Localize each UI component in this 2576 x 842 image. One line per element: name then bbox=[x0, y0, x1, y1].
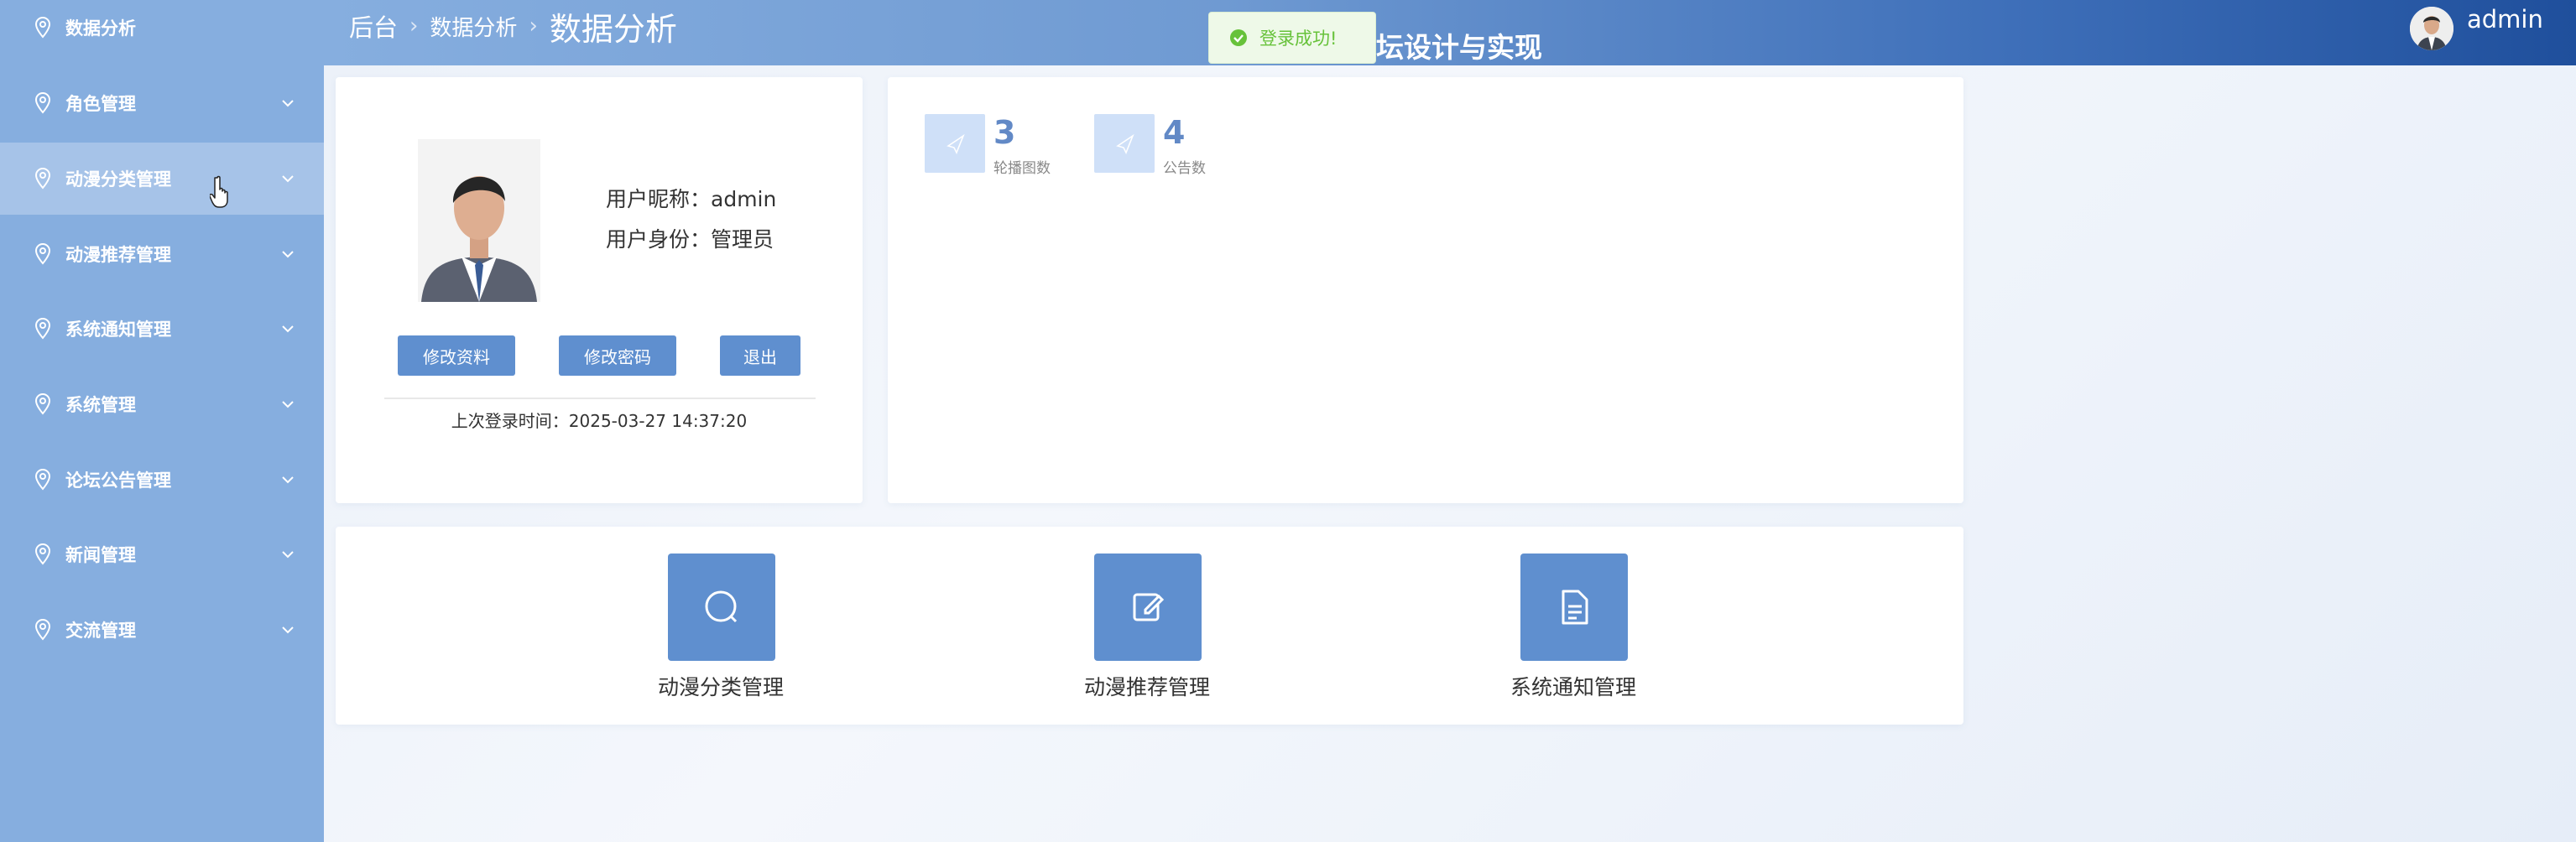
sidebar-item-anime-recommend[interactable]: 动漫推荐管理 bbox=[0, 218, 324, 290]
chevron-down-icon bbox=[282, 626, 294, 634]
chevron-down-icon bbox=[282, 175, 294, 183]
sidebar-item-system-notice[interactable]: 系统通知管理 bbox=[0, 293, 324, 365]
hand-cursor-icon bbox=[210, 175, 228, 208]
user-photo bbox=[418, 139, 540, 302]
pin-icon bbox=[34, 317, 51, 340]
chevron-down-icon bbox=[282, 251, 294, 258]
stat-label: 轮播图数 bbox=[993, 160, 1051, 177]
shortcut-card: 动漫分类管理 动漫推荐管理 系统通知管理 bbox=[336, 527, 1963, 725]
pin-icon bbox=[34, 618, 51, 641]
sidebar-item-label: 动漫分类管理 bbox=[65, 169, 171, 190]
user-info-card: 用户昵称：admin 用户身份：管理员 修改资料 修改密码 退出 上次登录时间：… bbox=[336, 77, 863, 503]
sidebar-item-anime-category[interactable]: 动漫分类管理 bbox=[0, 143, 324, 215]
shortcut-tile[interactable] bbox=[1520, 554, 1628, 661]
send-icon bbox=[925, 114, 985, 173]
breadcrumb-separator: › bbox=[529, 13, 538, 39]
user-avatar-icon bbox=[2410, 7, 2453, 50]
logout-button[interactable]: 退出 bbox=[720, 335, 800, 376]
chevron-down-icon bbox=[282, 401, 294, 408]
edit-profile-button[interactable]: 修改资料 bbox=[398, 335, 515, 376]
stat-label: 公告数 bbox=[1163, 160, 1206, 177]
pin-icon bbox=[34, 242, 51, 265]
chevron-down-icon bbox=[282, 551, 294, 559]
role-value: 管理员 bbox=[711, 227, 774, 252]
stat-value: 4 bbox=[1163, 114, 1186, 151]
role-row: 用户身份：管理员 bbox=[606, 223, 774, 253]
sidebar-item-system-management[interactable]: 系统管理 bbox=[0, 368, 324, 440]
search-icon bbox=[705, 590, 738, 623]
chevron-down-icon bbox=[282, 476, 294, 484]
sidebar-item-forum-notice[interactable]: 论坛公告管理 bbox=[0, 444, 324, 516]
stats-card: 3 轮播图数 4 公告数 bbox=[888, 77, 1963, 503]
shortcut-label: 动漫分类管理 bbox=[658, 675, 785, 699]
sidebar-item-label: 角色管理 bbox=[65, 94, 136, 114]
sidebar-item-label: 动漫推荐管理 bbox=[65, 245, 171, 265]
pin-icon bbox=[34, 91, 51, 114]
sidebar-item-role-management[interactable]: 角色管理 bbox=[0, 67, 324, 139]
document-icon bbox=[1562, 590, 1588, 625]
sidebar: 数据分析 角色管理 动漫分类管理 动漫推荐管理 系统通知管理 系统管理 论坛公告… bbox=[0, 0, 324, 842]
check-circle-icon bbox=[1230, 29, 1247, 46]
pin-icon bbox=[34, 543, 51, 565]
chevron-down-icon bbox=[282, 100, 294, 107]
sidebar-item-label: 系统管理 bbox=[65, 395, 136, 415]
pin-icon bbox=[34, 16, 51, 39]
user-portrait-icon bbox=[418, 139, 540, 302]
nickname-value: admin bbox=[711, 187, 777, 211]
role-label: 用户身份： bbox=[606, 227, 712, 252]
shortcut-label: 系统通知管理 bbox=[1510, 675, 1637, 699]
sidebar-item-label: 系统通知管理 bbox=[65, 320, 171, 340]
change-password-button[interactable]: 修改密码 bbox=[559, 335, 676, 376]
nickname-row: 用户昵称：admin bbox=[606, 183, 776, 213]
breadcrumb-home[interactable]: 后台 bbox=[349, 8, 398, 44]
login-success-toast: 登录成功! bbox=[1208, 12, 1376, 64]
shortcut-tile[interactable] bbox=[668, 554, 775, 661]
breadcrumb-separator: › bbox=[409, 13, 419, 39]
avatar[interactable] bbox=[2410, 7, 2453, 50]
pin-icon bbox=[34, 392, 51, 415]
chevron-down-icon bbox=[282, 325, 294, 333]
send-icon bbox=[1094, 114, 1155, 173]
pin-icon bbox=[34, 468, 51, 491]
last-login-time: 2025-03-27 14:37:20 bbox=[568, 411, 748, 431]
breadcrumb-data-analysis[interactable]: 数据分析 bbox=[430, 11, 517, 42]
pin-icon bbox=[34, 167, 51, 190]
sidebar-item-label: 新闻管理 bbox=[65, 545, 136, 565]
sidebar-item-exchange[interactable]: 交流管理 bbox=[0, 594, 324, 666]
shortcut-label: 动漫推荐管理 bbox=[1084, 675, 1211, 699]
sidebar-item-news[interactable]: 新闻管理 bbox=[0, 518, 324, 590]
last-login: 上次登录时间：2025-03-27 14:37:20 bbox=[336, 408, 863, 432]
edit-icon bbox=[1133, 593, 1165, 621]
stat-value: 3 bbox=[993, 114, 1016, 151]
divider bbox=[384, 398, 816, 399]
nickname-label: 用户昵称： bbox=[606, 187, 712, 211]
toast-message: 登录成功! bbox=[1259, 29, 1338, 49]
sidebar-item-data-analysis[interactable]: 数据分析 bbox=[0, 0, 324, 64]
breadcrumb: 后台 › 数据分析 › 数据分析 bbox=[349, 0, 677, 52]
system-title: 坛设计与实现 bbox=[1376, 31, 1542, 64]
last-login-label: 上次登录时间： bbox=[451, 411, 569, 431]
page-title: 数据分析 bbox=[549, 10, 677, 48]
sidebar-item-label: 数据分析 bbox=[65, 18, 136, 39]
top-username[interactable]: admin bbox=[2467, 5, 2543, 34]
sidebar-item-label: 论坛公告管理 bbox=[65, 470, 171, 491]
shortcut-tile[interactable] bbox=[1094, 554, 1202, 661]
sidebar-item-label: 交流管理 bbox=[65, 621, 136, 641]
